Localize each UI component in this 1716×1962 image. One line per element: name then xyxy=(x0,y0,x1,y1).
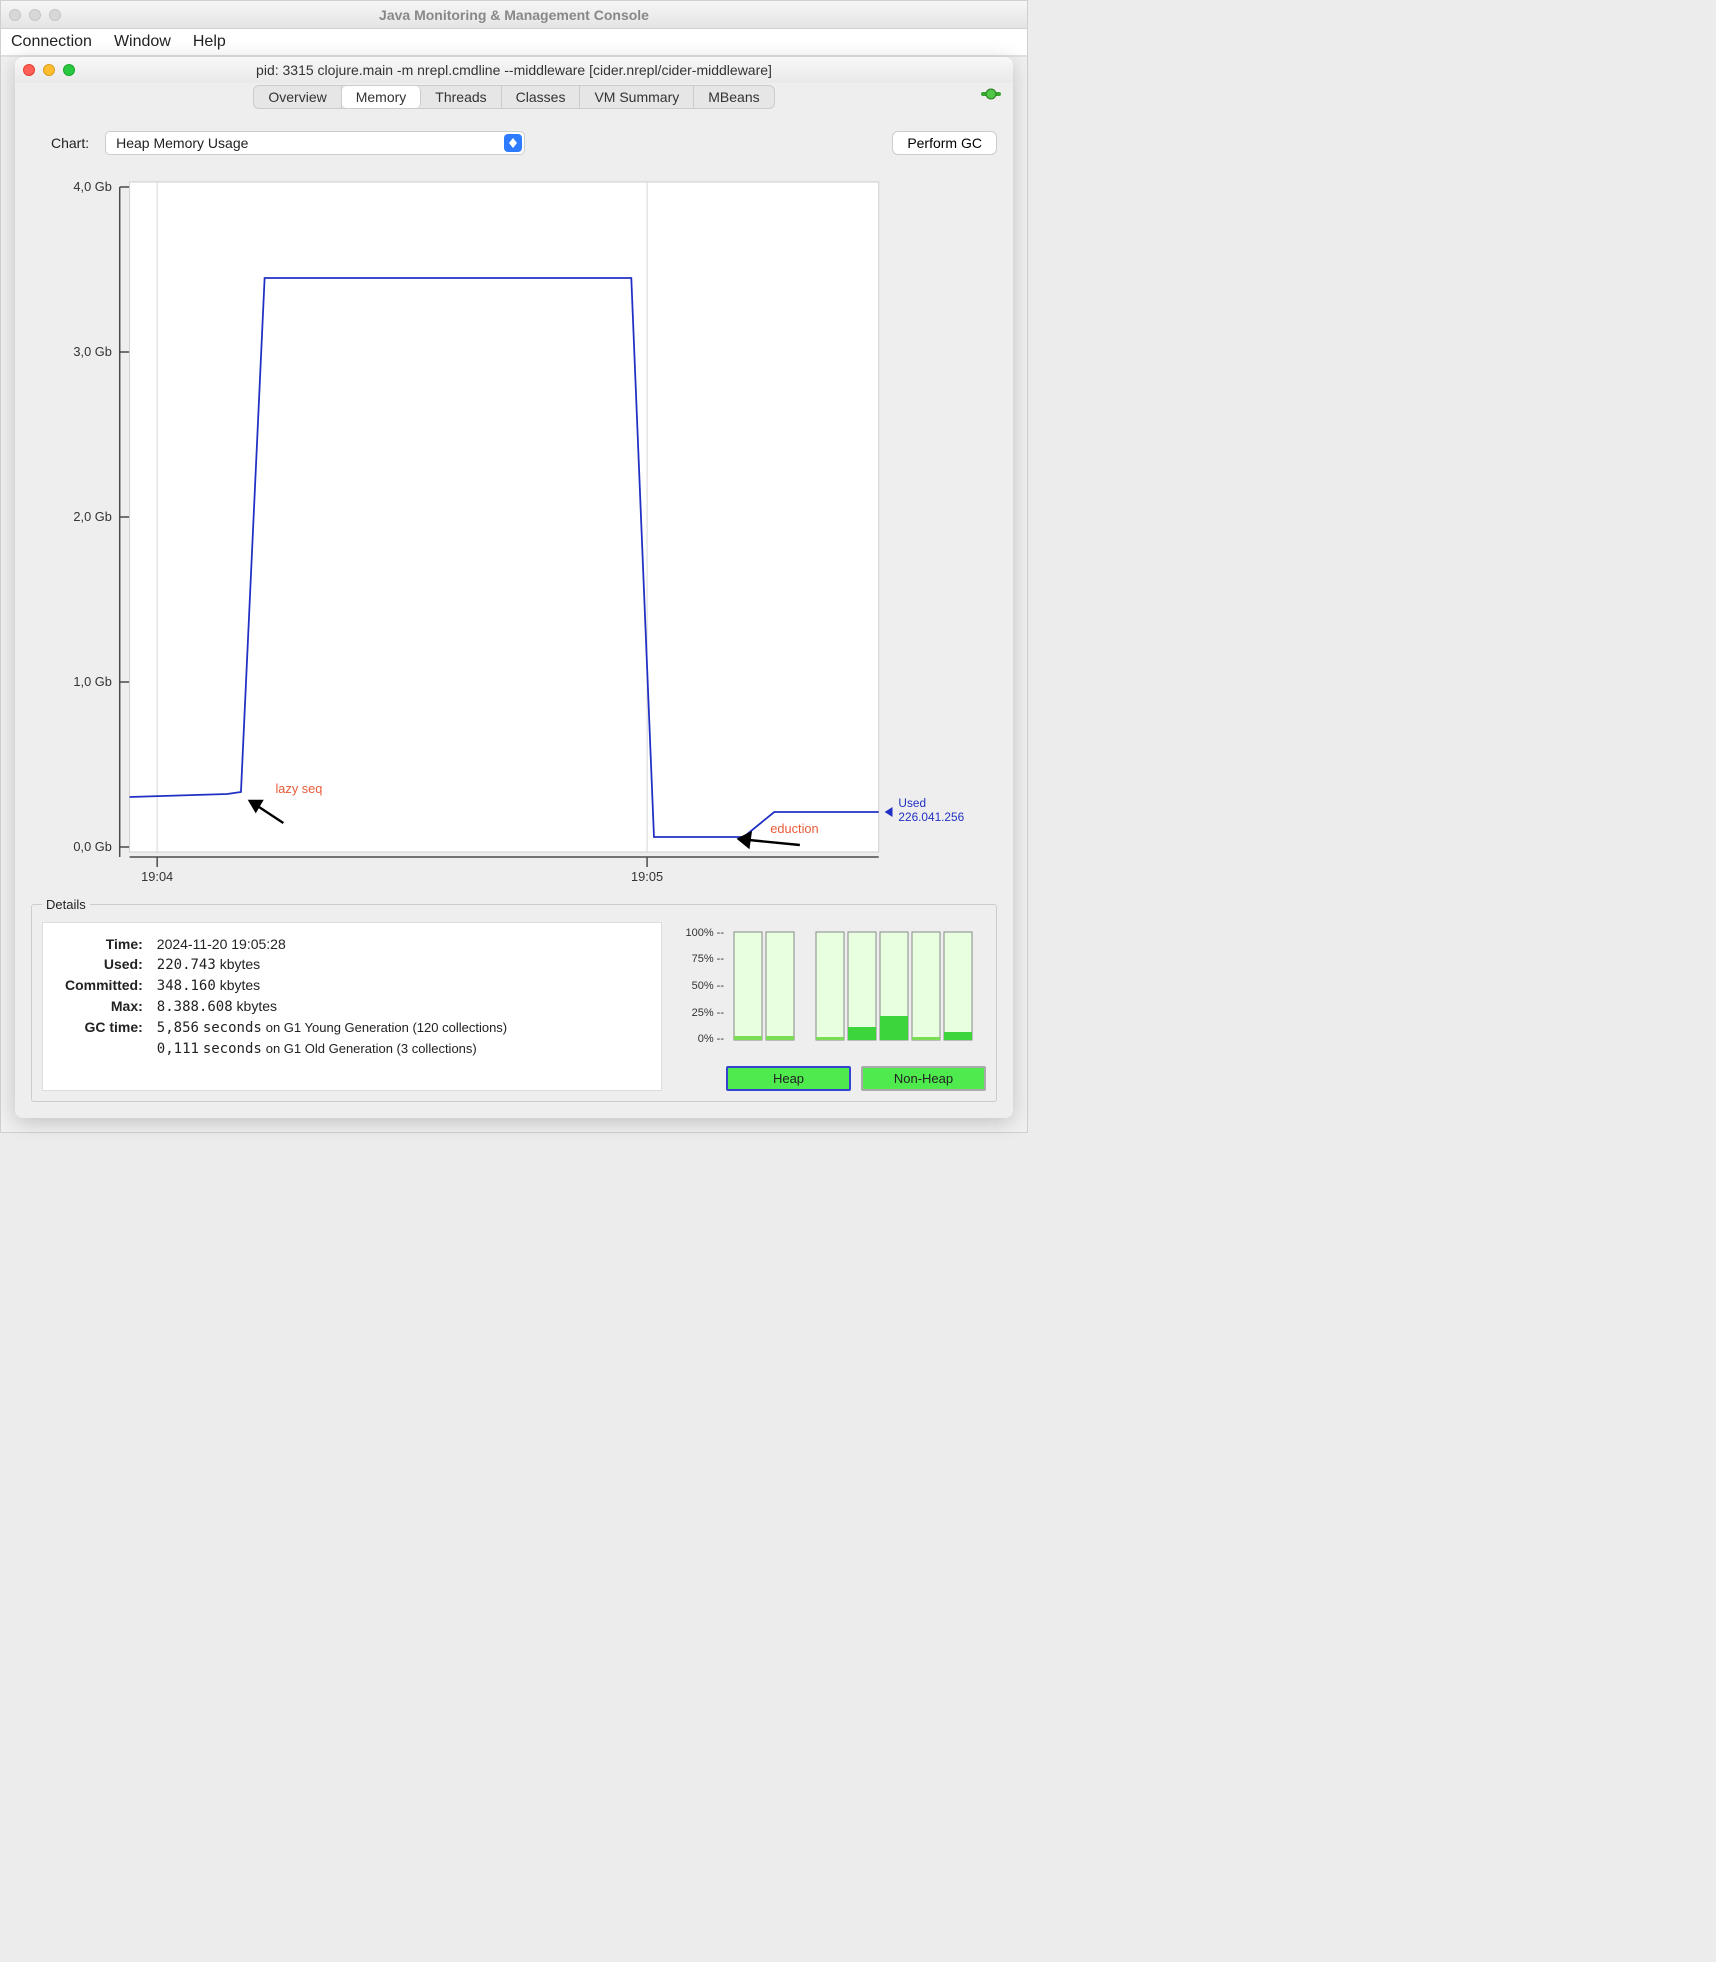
svg-text:0,0 Gb: 0,0 Gb xyxy=(73,839,111,854)
outer-window: Java Monitoring & Management Console Con… xyxy=(0,0,1028,1133)
svg-text:4,0 Gb: 4,0 Gb xyxy=(73,179,111,194)
svg-text:25% --: 25% -- xyxy=(692,1007,725,1019)
svg-text:1,0 Gb: 1,0 Gb xyxy=(73,674,111,689)
tab-classes[interactable]: Classes xyxy=(502,86,581,108)
annotation-eduction: eduction xyxy=(770,821,818,836)
detail-max-value: 8.388.608 xyxy=(157,999,233,1015)
details-table: Time: 2024-11-20 19:05:28 Used: 220.743 … xyxy=(42,922,662,1091)
detail-committed-value: 348.160 xyxy=(157,978,216,994)
svg-text:100% --: 100% -- xyxy=(685,927,724,939)
used-legend-value: 226.041.256 xyxy=(898,810,964,824)
memory-panel: Chart: Heap Memory Usage Perform GC xyxy=(15,113,1013,1118)
tab-overview[interactable]: Overview xyxy=(254,86,341,108)
memory-pool-bars: 100% -- 75% -- 50% -- 25% -- 0% -- xyxy=(676,922,986,1091)
svg-text:19:04: 19:04 xyxy=(141,869,173,884)
detail-gc2-value: 0,111 xyxy=(157,1041,199,1057)
detail-time-value: 2024-11-20 19:05:28 xyxy=(151,935,513,953)
detail-max-key: Max: xyxy=(59,997,149,1016)
used-marker-icon xyxy=(885,807,893,817)
detail-gc-key: GC time: xyxy=(59,1018,149,1037)
outer-titlebar: Java Monitoring & Management Console xyxy=(1,1,1027,29)
svg-text:50% --: 50% -- xyxy=(692,980,725,992)
heap-button[interactable]: Heap xyxy=(726,1066,851,1091)
chevron-updown-icon xyxy=(504,134,522,152)
used-legend-label: Used xyxy=(898,796,926,810)
memory-chart: 4,0 Gb 3,0 Gb 2,0 Gb 1,0 Gb 0,0 Gb xyxy=(31,167,997,887)
tab-mbeans[interactable]: MBeans xyxy=(694,86,773,108)
nonheap-bars[interactable] xyxy=(816,932,972,1040)
svg-text:75% --: 75% -- xyxy=(692,953,725,965)
perform-gc-button[interactable]: Perform GC xyxy=(892,131,997,155)
chart-select[interactable]: Heap Memory Usage xyxy=(105,131,525,155)
annotation-lazy-seq: lazy seq xyxy=(275,781,322,796)
details-panel: Details Time: 2024-11-20 19:05:28 Used: … xyxy=(31,897,997,1102)
inner-window: pid: 3315 clojure.main -m nrepl.cmdline … xyxy=(15,57,1013,1118)
menu-bar: Connection Window Help xyxy=(1,29,1027,57)
heap-bars[interactable] xyxy=(734,932,794,1040)
chart-label: Chart: xyxy=(51,135,89,151)
connection-status-icon xyxy=(981,87,1001,101)
svg-text:2,0 Gb: 2,0 Gb xyxy=(73,509,111,524)
tab-vm-summary[interactable]: VM Summary xyxy=(580,86,694,108)
menu-connection[interactable]: Connection xyxy=(11,33,92,51)
svg-text:3,0 Gb: 3,0 Gb xyxy=(73,344,111,359)
detail-gc1-value: 5,856 xyxy=(157,1020,199,1036)
outer-window-title: Java Monitoring & Management Console xyxy=(1,7,1027,23)
detail-used-key: Used: xyxy=(59,955,149,974)
nonheap-button[interactable]: Non-Heap xyxy=(861,1066,986,1091)
tab-memory[interactable]: Memory xyxy=(342,86,422,108)
chart-controls: Chart: Heap Memory Usage Perform GC xyxy=(31,131,997,155)
tab-bar: Overview Memory Threads Classes VM Summa… xyxy=(15,83,1013,113)
svg-text:0% --: 0% -- xyxy=(698,1033,725,1045)
detail-committed-key: Committed: xyxy=(59,976,149,995)
detail-time-key: Time: xyxy=(59,935,149,953)
inner-window-title: pid: 3315 clojure.main -m nrepl.cmdline … xyxy=(15,62,1013,78)
chart-select-value: Heap Memory Usage xyxy=(116,135,248,151)
svg-text:19:05: 19:05 xyxy=(631,869,663,884)
tab-threads[interactable]: Threads xyxy=(421,86,501,108)
menu-window[interactable]: Window xyxy=(114,33,171,51)
detail-used-value: 220.743 xyxy=(157,957,216,973)
inner-titlebar: pid: 3315 clojure.main -m nrepl.cmdline … xyxy=(15,57,1013,83)
details-legend: Details xyxy=(42,897,90,912)
menu-help[interactable]: Help xyxy=(193,33,226,51)
